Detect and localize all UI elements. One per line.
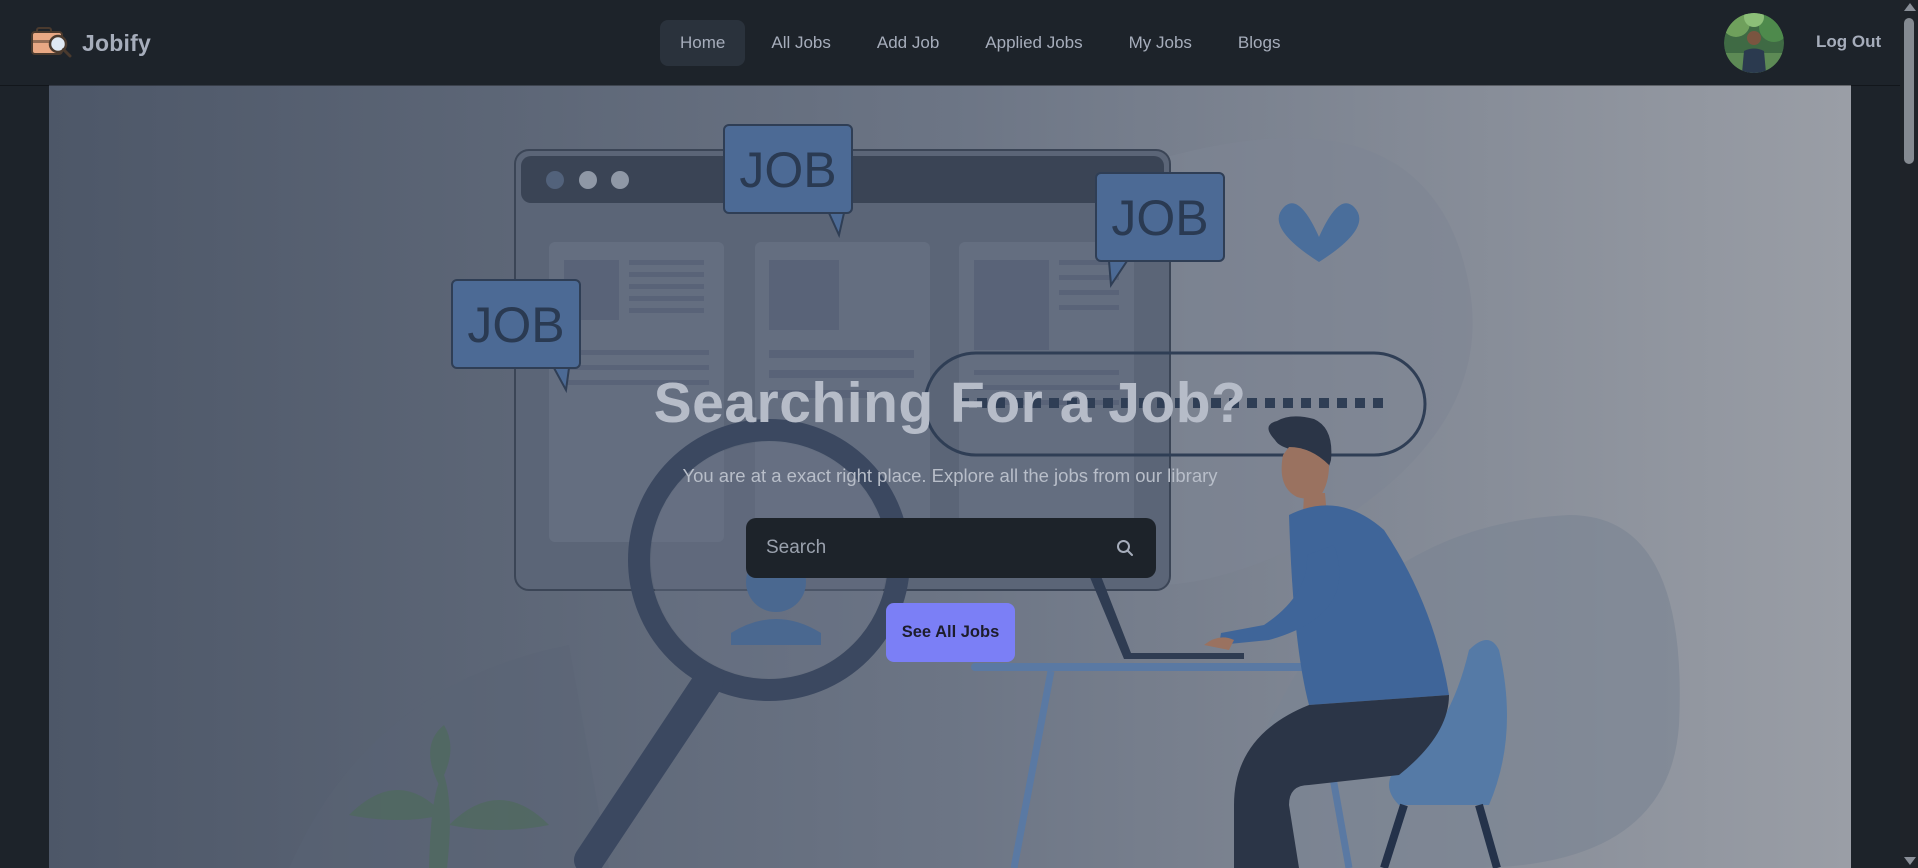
user-avatar[interactable] <box>1724 13 1784 73</box>
hero-subtitle: You are at a exact right place. Explore … <box>682 465 1218 486</box>
hero-banner: JOB JOB JOB Searching For a Job? You are… <box>49 85 1851 868</box>
top-navbar: Jobify Home All Jobs Add Job Applied Job… <box>0 0 1900 85</box>
nav-item-add-job[interactable]: Add Job <box>857 20 959 66</box>
scroll-up-arrow-icon[interactable] <box>1904 3 1916 11</box>
nav-item-home[interactable]: Home <box>660 20 746 66</box>
avatar-photo <box>1724 13 1784 73</box>
briefcase-logo-icon <box>31 27 72 58</box>
brand-name: Jobify <box>82 29 151 56</box>
main-nav: Home All Jobs Add Job Applied Jobs My Jo… <box>660 20 1300 66</box>
search-input[interactable] <box>746 518 1096 578</box>
search-icon[interactable] <box>1116 539 1134 557</box>
search-box <box>746 518 1156 578</box>
nav-item-my-jobs[interactable]: My Jobs <box>1109 20 1212 66</box>
nav-item-applied-jobs[interactable]: Applied Jobs <box>965 20 1102 66</box>
nav-item-all-jobs[interactable]: All Jobs <box>751 20 851 66</box>
page-scrollbar[interactable] <box>1900 0 1918 868</box>
logout-button[interactable]: Log Out <box>1816 32 1881 52</box>
see-all-jobs-button[interactable]: See All Jobs <box>886 603 1015 662</box>
scroll-down-arrow-icon[interactable] <box>1904 857 1916 865</box>
hero-content: Searching For a Job? You are at a exact … <box>49 85 1851 868</box>
hero-title: Searching For a Job? <box>653 371 1247 435</box>
scroll-thumb[interactable] <box>1904 18 1914 164</box>
brand[interactable]: Jobify <box>30 22 151 64</box>
nav-item-blogs[interactable]: Blogs <box>1218 20 1301 66</box>
